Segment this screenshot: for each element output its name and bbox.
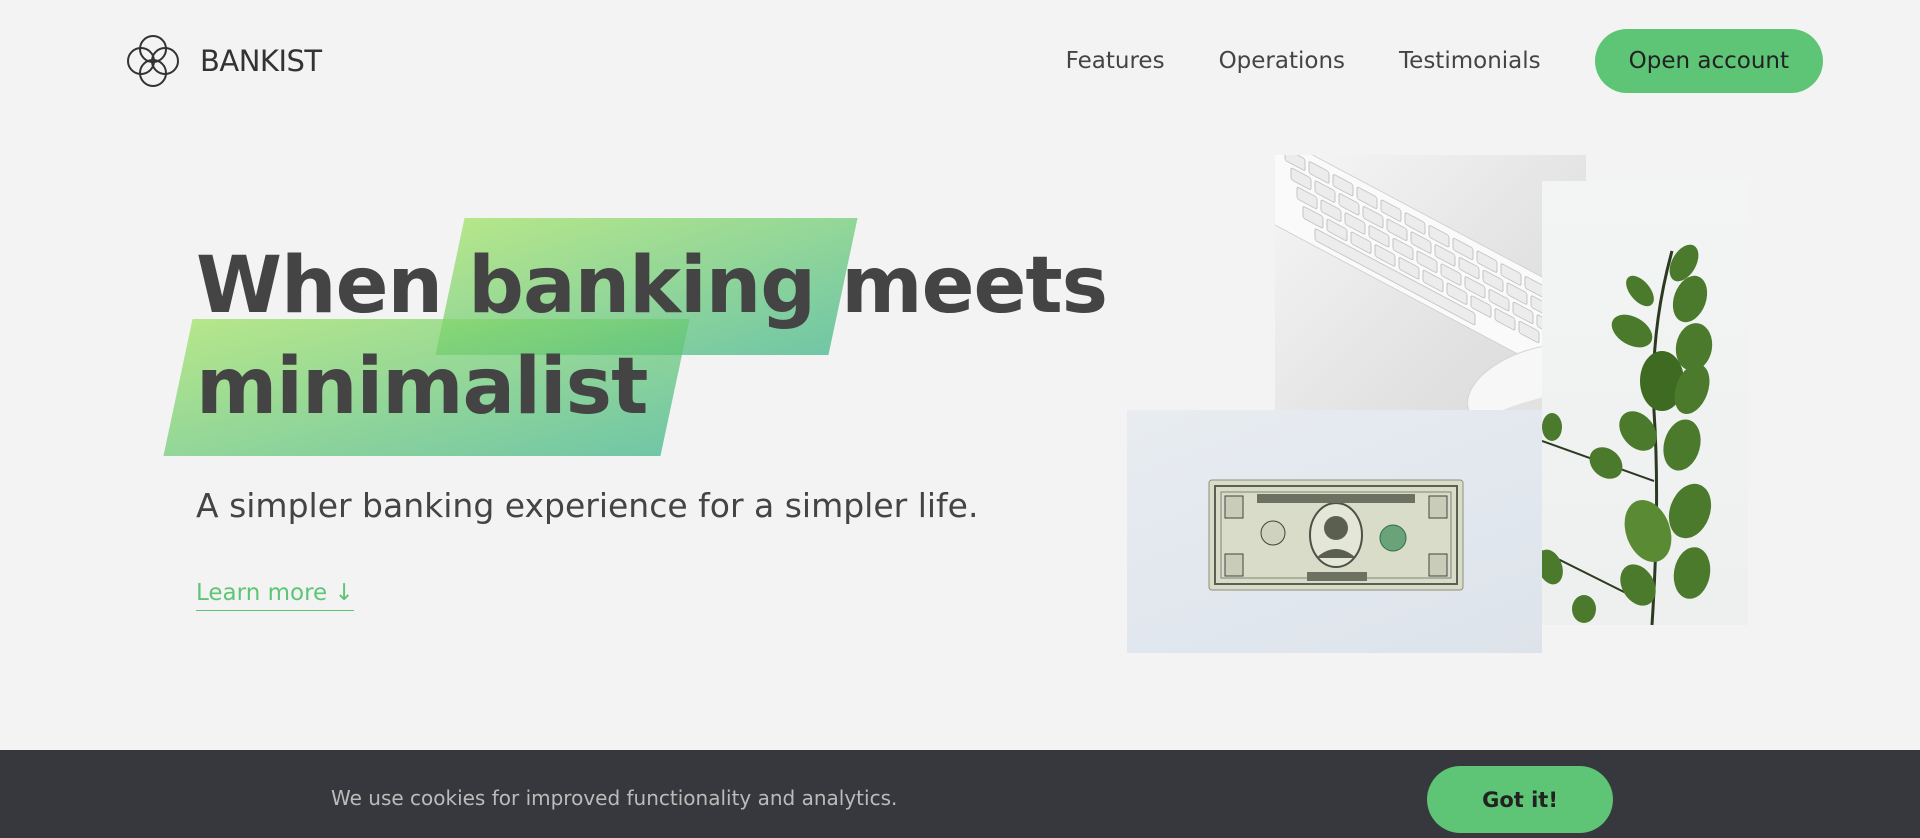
four-circles-logo-icon	[127, 35, 179, 87]
nav-link-features[interactable]: Features	[1066, 48, 1165, 74]
keyboard-and-mouse-image	[1275, 155, 1586, 445]
nav-links: Features Operations Testimonials Open ac…	[1066, 29, 1823, 93]
cookie-banner: We use cookies for improved functionalit…	[0, 750, 1920, 838]
headline-word-when: When	[196, 241, 443, 331]
learn-more-link[interactable]: Learn more ↓	[196, 580, 354, 611]
eucalyptus-branch-image	[1542, 181, 1748, 625]
headline-line-1: When banking meets	[196, 236, 1108, 337]
headline-word-meets: meets	[841, 241, 1108, 331]
headline-highlight-banking: banking	[468, 236, 816, 337]
headline-highlight-minimalist: minimalist	[196, 337, 648, 438]
cookie-message: We use cookies for improved functionalit…	[331, 786, 898, 810]
got-it-button[interactable]: Got it!	[1427, 766, 1613, 833]
brand-name: BANKIST	[200, 44, 322, 78]
brand-logo[interactable]: BANKIST	[122, 30, 322, 92]
one-dollar-bill-image	[1127, 410, 1542, 653]
hero-subtitle: A simpler banking experience for a simpl…	[196, 486, 979, 525]
headline-line-2: minimalist	[196, 337, 1107, 438]
top-navigation: BANKIST Features Operations Testimonials…	[0, 0, 1920, 122]
hero-headline: When banking meets minimalist	[196, 236, 1108, 438]
open-account-button[interactable]: Open account	[1594, 29, 1823, 93]
nav-link-operations[interactable]: Operations	[1219, 48, 1345, 74]
nav-link-testimonials[interactable]: Testimonials	[1399, 48, 1541, 74]
